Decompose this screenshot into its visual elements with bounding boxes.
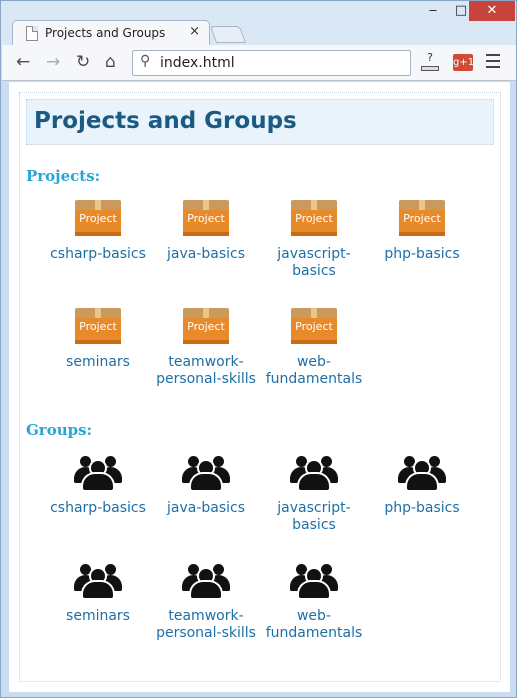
people-group-icon — [368, 451, 476, 493]
project-box-icon: Project — [152, 197, 260, 239]
project-box-icon: Project — [75, 200, 121, 236]
project-box-icon: Project — [368, 197, 476, 239]
project-icon-text: Project — [295, 320, 333, 333]
tab-close-button[interactable]: × — [189, 24, 200, 39]
project-label[interactable]: java-basics — [152, 246, 260, 263]
project-box-icon: Project — [291, 200, 337, 236]
minimize-button[interactable]: ‒ — [419, 1, 447, 21]
group-label[interactable]: php-basics — [368, 500, 476, 517]
project-link[interactable]: Project web-fundamentals — [260, 305, 368, 388]
group-link[interactable]: teamwork-personal-skills — [152, 559, 260, 642]
tab-title: Projects and Groups — [45, 26, 166, 40]
group-label[interactable]: java-basics — [152, 500, 260, 517]
project-icon-text: Project — [79, 320, 117, 333]
group-label[interactable]: seminars — [44, 608, 152, 625]
people-group-icon — [181, 452, 231, 490]
people-group-icon — [152, 559, 260, 601]
project-link[interactable]: Project seminars — [44, 305, 152, 371]
search-icon: ⚲ — [140, 53, 151, 69]
project-icon-text: Project — [295, 212, 333, 225]
project-box-icon: Project — [291, 308, 337, 344]
project-box-icon: Project — [152, 305, 260, 347]
browser-tab[interactable]: Projects and Groups × — [12, 20, 210, 46]
project-link[interactable]: Project php-basics — [368, 197, 476, 263]
page-header: Projects and Groups — [26, 99, 494, 145]
project-link[interactable]: Project csharp-basics — [44, 197, 152, 263]
group-link[interactable]: csharp-basics — [44, 451, 152, 517]
page-viewport: Projects and Groups Projects: Project csh… — [9, 82, 510, 692]
projects-heading: Projects: — [26, 167, 101, 185]
group-link[interactable]: java-basics — [152, 451, 260, 517]
project-icon-text: Project — [79, 212, 117, 225]
project-box-icon: Project — [75, 308, 121, 344]
project-label[interactable]: javascript-basics — [260, 246, 368, 280]
people-group-icon — [260, 451, 368, 493]
project-label[interactable]: seminars — [44, 354, 152, 371]
project-link[interactable]: Project javascript-basics — [260, 197, 368, 280]
new-tab-button[interactable] — [209, 26, 247, 43]
people-group-icon — [289, 452, 339, 490]
document-icon — [26, 26, 38, 41]
browser-window: Projects and Groups × ‒ □ ✕ ← → ↻ ⌂ ⚲ in… — [0, 0, 517, 698]
people-group-icon — [260, 559, 368, 601]
project-box-icon: Project — [399, 200, 445, 236]
project-label[interactable]: web-fundamentals — [260, 354, 368, 388]
group-label[interactable]: teamwork-personal-skills — [152, 608, 260, 642]
page-title: Projects and Groups — [34, 108, 297, 134]
close-window-button[interactable]: ✕ — [469, 1, 515, 21]
forward-button[interactable]: → — [46, 52, 60, 72]
people-group-icon — [397, 452, 447, 490]
people-group-icon — [44, 559, 152, 601]
people-group-icon — [44, 451, 152, 493]
group-link[interactable]: web-fundamentals — [260, 559, 368, 642]
project-box-icon: Project — [44, 305, 152, 347]
groups-heading: Groups: — [26, 421, 93, 439]
group-link[interactable]: javascript-basics — [260, 451, 368, 534]
browser-toolbar: ← → ↻ ⌂ ⚲ index.html ? g+1 — [2, 45, 516, 81]
project-icon-text: Project — [403, 212, 441, 225]
project-icon-text: Project — [187, 320, 225, 333]
people-group-icon — [181, 560, 231, 598]
people-group-icon — [152, 451, 260, 493]
address-text[interactable]: index.html — [160, 55, 235, 71]
extension-question-button[interactable]: ? — [419, 51, 441, 73]
project-box-icon: Project — [183, 308, 229, 344]
project-box-icon: Project — [44, 197, 152, 239]
group-link[interactable]: php-basics — [368, 451, 476, 517]
reload-button[interactable]: ↻ — [76, 52, 90, 72]
page-container: Projects and Groups Projects: Project csh… — [19, 92, 501, 682]
people-group-icon — [289, 560, 339, 598]
group-label[interactable]: web-fundamentals — [260, 608, 368, 642]
project-icon-text: Project — [187, 212, 225, 225]
address-bar[interactable]: ⚲ index.html — [132, 50, 411, 76]
people-group-icon — [73, 452, 123, 490]
project-link[interactable]: Project teamwork-personal-skills — [152, 305, 260, 388]
people-group-icon — [73, 560, 123, 598]
group-label[interactable]: javascript-basics — [260, 500, 368, 534]
project-link[interactable]: Project java-basics — [152, 197, 260, 263]
home-button[interactable]: ⌂ — [105, 52, 116, 72]
menu-icon[interactable] — [486, 54, 500, 68]
project-box-icon: Project — [183, 200, 229, 236]
title-bar: Projects and Groups × ‒ □ ✕ — [1, 1, 516, 46]
project-label[interactable]: php-basics — [368, 246, 476, 263]
project-label[interactable]: teamwork-personal-skills — [152, 354, 260, 388]
google-plus-button[interactable]: g+1 — [453, 54, 474, 71]
project-box-icon: Project — [260, 305, 368, 347]
group-link[interactable]: seminars — [44, 559, 152, 625]
group-label[interactable]: csharp-basics — [44, 500, 152, 517]
project-box-icon: Project — [260, 197, 368, 239]
question-icon: ? — [427, 51, 433, 64]
back-button[interactable]: ← — [16, 52, 30, 72]
project-label[interactable]: csharp-basics — [44, 246, 152, 263]
